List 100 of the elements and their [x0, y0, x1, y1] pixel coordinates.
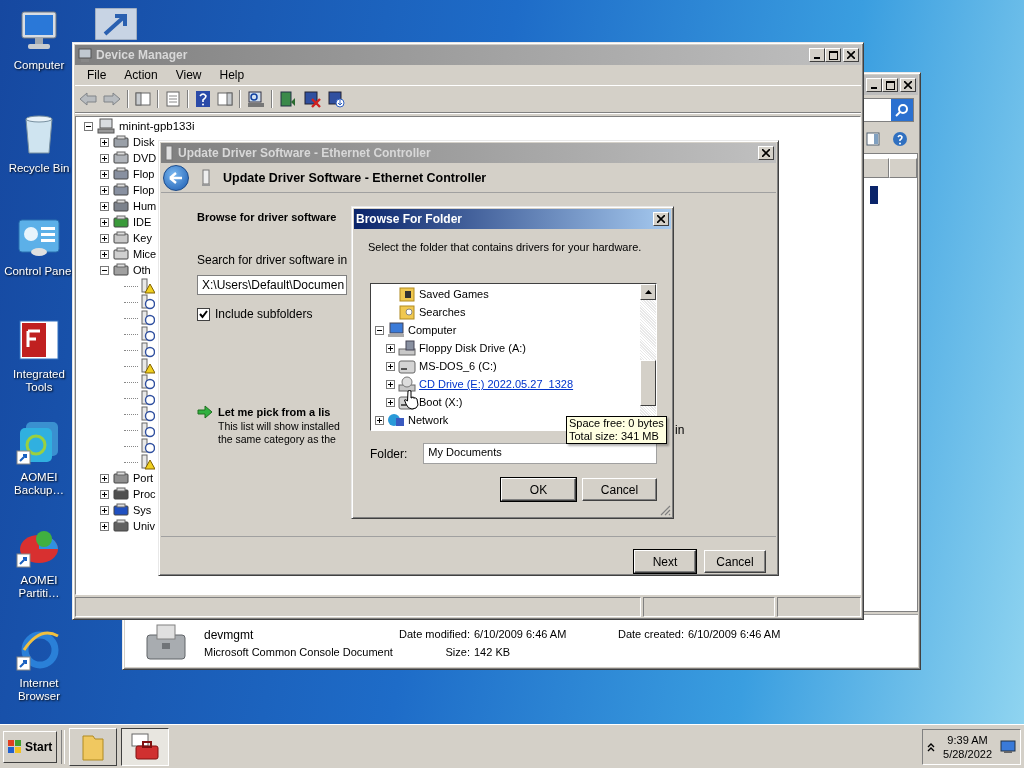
maximize-button[interactable] [882, 78, 898, 92]
ide-controller-icon [113, 214, 129, 230]
maximize-button[interactable] [825, 48, 841, 62]
close-button[interactable] [653, 212, 669, 226]
desktop-icon-label: AOMEI Partiti… [17, 574, 61, 600]
tree-item[interactable]: DVD [133, 152, 157, 164]
tree-item[interactable]: IDE [133, 216, 152, 228]
expand-toggle[interactable] [100, 233, 109, 243]
folder-tree-item[interactable]: CD Drive (E:) 2022.05.27_1328 [419, 378, 574, 390]
expand-toggle[interactable] [100, 265, 109, 275]
tree-item[interactable]: Flop [133, 184, 155, 196]
folder-tree-item[interactable]: Saved Games [419, 288, 489, 300]
close-button[interactable] [758, 146, 774, 160]
next-button[interactable]: Next [634, 550, 696, 573]
path-field[interactable]: X:\Users\Default\Documen [197, 275, 347, 296]
explorer-taskbar-button[interactable] [69, 727, 117, 766]
tree-item[interactable]: Mice [133, 248, 157, 260]
menu-item[interactable]: View [167, 66, 210, 84]
tree-item[interactable]: Flop [133, 168, 155, 180]
help-icon[interactable] [195, 90, 211, 108]
tree-item[interactable]: minint-gpb133i [119, 120, 195, 132]
warning-device-icon[interactable] [141, 358, 155, 374]
expand-toggle[interactable] [100, 137, 109, 147]
tree-item[interactable]: Sys [133, 504, 152, 516]
checkbox[interactable] [197, 307, 210, 321]
scroll-up-button[interactable] [640, 284, 656, 300]
minimize-button[interactable] [809, 48, 825, 62]
folder-icon [398, 286, 416, 302]
tree-item[interactable]: Univ [133, 520, 155, 532]
folder-tree-item[interactable]: MS-DOS_6 (C:) [419, 360, 497, 372]
computer-icon [77, 47, 93, 63]
expand-toggle[interactable] [100, 201, 109, 211]
expand-toggle[interactable] [386, 343, 395, 353]
expand-toggle[interactable] [100, 249, 109, 259]
disable-device-icon[interactable] [303, 90, 321, 108]
tree-item[interactable]: Port [133, 472, 154, 484]
expand-toggle[interactable] [386, 397, 395, 407]
search-field[interactable] [862, 98, 914, 122]
help-icon[interactable] [892, 131, 908, 147]
shortcut-icon[interactable] [95, 8, 137, 40]
chevron-up-icon[interactable] [927, 741, 936, 752]
expand-toggle[interactable] [100, 217, 109, 227]
uninstall-device-icon[interactable] [327, 90, 345, 108]
desktop-icon-label: Recycle Bin [7, 162, 71, 175]
scan-monitor-icon[interactable] [247, 90, 265, 108]
expand-toggle[interactable] [100, 153, 109, 163]
start-button[interactable]: Start [3, 730, 57, 763]
expand-toggle[interactable] [100, 169, 109, 179]
folder-tree-item[interactable]: Floppy Disk Drive (A:) [419, 342, 526, 354]
clock-time[interactable]: 9:39 AM [947, 732, 988, 747]
computer-icon [387, 322, 405, 338]
expand-toggle[interactable] [84, 121, 93, 131]
expand-toggle[interactable] [386, 379, 395, 389]
search-icon [895, 103, 909, 117]
tree-item[interactable]: Disk [133, 136, 155, 148]
folder-tree-item[interactable]: Computer [408, 324, 457, 336]
processor-icon [113, 486, 129, 502]
warning-device-icon[interactable] [141, 278, 155, 294]
device-manager-taskbar-button[interactable] [121, 727, 169, 766]
expand-toggle[interactable] [100, 521, 109, 531]
scroll-thumb[interactable] [640, 360, 656, 406]
expand-toggle[interactable] [375, 325, 384, 335]
warning-device-icon[interactable] [141, 454, 155, 470]
expand-toggle[interactable] [100, 505, 109, 515]
update-driver-icon[interactable] [279, 90, 297, 108]
cancel-button[interactable]: Cancel [582, 478, 657, 501]
tree-item[interactable]: Hum [133, 200, 157, 212]
expand-toggle[interactable] [100, 185, 109, 195]
folder-tree-item[interactable]: Searches [419, 306, 466, 318]
preview-pane-icon[interactable] [866, 132, 880, 146]
panel-icon[interactable] [135, 91, 151, 107]
checkbox-label[interactable]: Include subfolders [215, 307, 313, 322]
close-button[interactable] [900, 78, 916, 92]
expand-toggle[interactable] [100, 489, 109, 499]
tree-item[interactable]: Proc [133, 488, 156, 500]
tree-item[interactable]: Oth [133, 264, 151, 276]
folder-tree-item[interactable]: Network [408, 414, 449, 426]
resize-grip-icon[interactable] [660, 505, 671, 516]
back-button[interactable] [163, 164, 189, 191]
folder-field[interactable]: My Documents [423, 443, 657, 464]
expand-toggle[interactable] [100, 473, 109, 483]
folder-tree-item[interactable]: Boot (X:) [419, 396, 463, 408]
menu-item[interactable]: Action [116, 66, 166, 84]
close-button[interactable] [843, 48, 859, 62]
tools-icon[interactable] [16, 317, 62, 363]
cancel-button[interactable]: Cancel [704, 550, 766, 573]
expand-toggle[interactable] [375, 415, 384, 425]
tree-item[interactable]: Key [133, 232, 152, 244]
menu-item[interactable]: Help [211, 66, 253, 84]
show-desktop-icon[interactable] [1000, 739, 1016, 754]
document-icon[interactable] [165, 91, 181, 107]
panel-icon[interactable] [217, 91, 233, 107]
minimize-button[interactable] [866, 78, 882, 92]
option-link[interactable]: Let me pick from a lis [218, 405, 340, 421]
computer-icon [97, 118, 115, 134]
ok-button[interactable]: OK [501, 478, 576, 501]
search-button[interactable] [891, 99, 913, 121]
expand-toggle[interactable] [386, 361, 395, 371]
clock-date[interactable]: 5/28/2022 [943, 746, 992, 761]
menu-item[interactable]: File [79, 66, 115, 84]
